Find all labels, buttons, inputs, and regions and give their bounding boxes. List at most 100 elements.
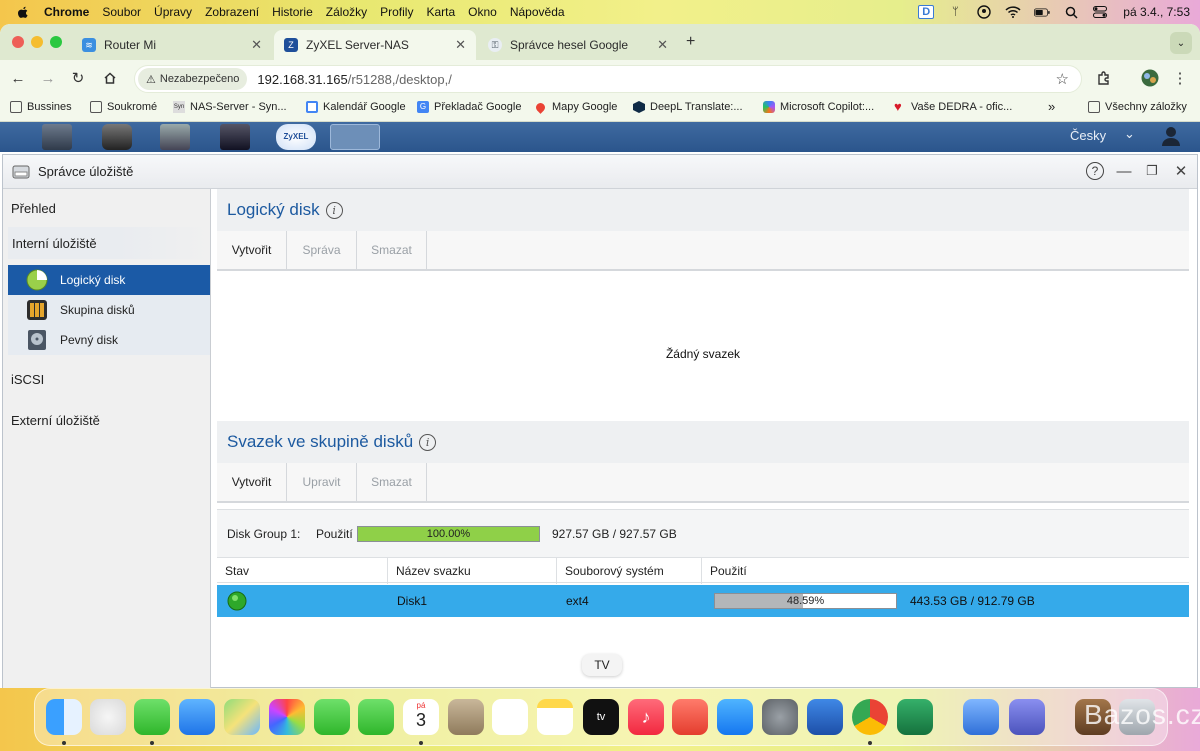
chevron-down-icon[interactable]: ⌄ [1124, 126, 1135, 142]
calendar-icon[interactable]: pá 3 [403, 699, 439, 735]
rocket-icon[interactable] [672, 699, 708, 735]
sidebar-item-logical-disk[interactable]: Logický disk [8, 265, 210, 295]
menu-historie[interactable]: Historie [272, 5, 313, 19]
facetime-icon[interactable] [314, 699, 350, 735]
contacts-icon[interactable] [448, 699, 484, 735]
clock[interactable]: pá 3.4., 7:53 [1123, 5, 1190, 19]
edit-button[interactable]: Upravit [287, 463, 357, 501]
launchpad-icon[interactable] [90, 699, 126, 735]
info-icon[interactable]: i [419, 433, 437, 451]
browser-menu-icon[interactable]: ⋮ [1170, 68, 1190, 88]
ai-app-icon[interactable] [963, 699, 999, 735]
maximize-window-button[interactable] [50, 36, 62, 48]
settings-icon[interactable] [762, 699, 798, 735]
sidebar-item-disk-group[interactable]: Skupina disků [8, 295, 210, 325]
user-circle-icon[interactable] [976, 5, 992, 19]
dictation-icon[interactable]: D [918, 5, 935, 19]
menu-upravy[interactable]: Úpravy [154, 5, 192, 19]
sidebar-section-internal[interactable]: Interní úložiště [8, 227, 210, 259]
help-icon[interactable]: ? [1086, 162, 1104, 180]
bookmark-kalendar[interactable]: Kalendář Google [306, 101, 406, 113]
tab-password-manager[interactable]: ⚿ Správce hesel Google ✕ [478, 30, 678, 60]
minimize-window-button[interactable] [31, 36, 43, 48]
menu-karta[interactable]: Karta [426, 5, 455, 19]
menu-app-name[interactable]: Chrome [44, 5, 89, 19]
bookmark-soukrome[interactable]: Soukromé [90, 101, 157, 113]
info-icon[interactable]: i [325, 201, 343, 219]
excel-icon[interactable] [897, 699, 933, 735]
battery-icon[interactable] [1034, 5, 1050, 19]
sidebar-item-external[interactable]: Externí úložiště [11, 413, 100, 428]
finder-icon[interactable] [46, 699, 82, 735]
phone-icon[interactable] [358, 699, 394, 735]
minimize-icon[interactable]: — [1115, 162, 1133, 180]
bookmark-nas-server[interactable]: Syn NAS-Server - Syn... [173, 101, 287, 113]
new-tab-button[interactable]: + [686, 33, 695, 51]
search-icon[interactable] [1063, 5, 1079, 19]
zyxel-icon[interactable]: ZyXEL [276, 124, 316, 150]
delete-button[interactable]: Smazat [357, 231, 427, 269]
storage-manager-icon[interactable] [330, 124, 380, 150]
app-store-icon[interactable] [717, 699, 753, 735]
manage-button[interactable]: Správa [287, 231, 357, 269]
reminders-icon[interactable] [492, 699, 528, 735]
close-tab-icon[interactable]: ✕ [657, 37, 668, 53]
menu-zobrazeni[interactable]: Zobrazení [205, 5, 259, 19]
bookmark-prekladac[interactable]: G Překladač Google [417, 101, 521, 113]
antenna-icon[interactable]: ᛘ [947, 5, 963, 19]
messages-icon[interactable] [134, 699, 170, 735]
reload-icon[interactable]: ↻ [68, 68, 88, 88]
column-status[interactable]: Stav [217, 558, 388, 584]
teams-icon[interactable] [1009, 699, 1045, 735]
photo-icon[interactable] [102, 124, 132, 150]
restore-icon[interactable]: ❐ [1143, 162, 1161, 180]
tab-search-icon[interactable]: ⌄ [1170, 32, 1192, 54]
bookmarks-more-button[interactable]: » [1048, 99, 1055, 114]
gallery-icon[interactable] [160, 124, 190, 150]
file-browser-icon[interactable] [42, 124, 72, 150]
apple-icon[interactable] [16, 5, 30, 19]
close-icon[interactable]: ✕ [1172, 162, 1190, 180]
menu-soubor[interactable]: Soubor [102, 5, 141, 19]
create-button[interactable]: Vytvořit [217, 463, 287, 501]
security-chip[interactable]: ⚠ Nezabezpečeno [138, 68, 248, 90]
extensions-icon[interactable] [1094, 68, 1114, 88]
language-select[interactable]: Česky [1070, 128, 1106, 143]
music-icon[interactable]: ♪ [628, 699, 664, 735]
column-usage[interactable]: Použití [702, 558, 1189, 584]
notes-icon[interactable] [537, 699, 573, 735]
bookmark-copilot[interactable]: Microsoft Copilot:... [763, 101, 874, 113]
photos-icon[interactable] [269, 699, 305, 735]
menu-okno[interactable]: Okno [468, 5, 497, 19]
bookmark-mapy[interactable]: Mapy Google [534, 100, 617, 114]
column-volume-name[interactable]: Název svazku [388, 558, 557, 584]
back-icon[interactable]: ← [8, 68, 28, 88]
sidebar-item-hard-disk[interactable]: Pevný disk [8, 325, 210, 355]
wifi-icon[interactable] [1005, 5, 1021, 19]
user-icon[interactable] [1160, 125, 1182, 147]
bookmark-deepl[interactable]: DeepL Translate:... [633, 101, 743, 113]
sidebar-item-overview[interactable]: Přehled [11, 201, 56, 216]
delete-button[interactable]: Smazat [357, 463, 427, 501]
url-text[interactable]: 192.168.31.165/r51288,/desktop,/ [257, 72, 451, 87]
close-tab-icon[interactable]: ✕ [251, 37, 262, 53]
sidebar-item-iscsi[interactable]: iSCSI [11, 372, 44, 387]
tab-zyxel[interactable]: Z ZyXEL Server-NAS ✕ [274, 30, 476, 60]
tab-router-mi[interactable]: ≋ Router Mi ✕ [72, 30, 272, 60]
profile-avatar[interactable] [1140, 68, 1160, 88]
column-filesystem[interactable]: Souborový systém [557, 558, 702, 584]
address-bar[interactable]: ⚠ Nezabezpečeno 192.168.31.165/r51288,/d… [134, 65, 1082, 93]
menu-napoveda[interactable]: Nápověda [510, 5, 565, 19]
bookmark-star-icon[interactable]: ☆ [1056, 70, 1069, 88]
all-bookmarks-button[interactable]: Všechny záložky [1088, 101, 1187, 113]
close-window-button[interactable] [12, 36, 24, 48]
bookmark-bussines[interactable]: Bussines [10, 101, 72, 113]
video-icon[interactable] [220, 124, 250, 150]
menu-profily[interactable]: Profily [380, 5, 413, 19]
forward-icon[interactable]: → [38, 68, 58, 88]
menu-zalozky[interactable]: Záložky [326, 5, 367, 19]
word-icon[interactable] [807, 699, 843, 735]
bookmark-dedra[interactable]: ♥ Vaše DEDRA - ofic... [894, 100, 1012, 113]
table-row[interactable]: Disk1 ext4 48.59% 443.53 GB / 912.79 GB [217, 585, 1189, 617]
mail-icon[interactable] [179, 699, 215, 735]
